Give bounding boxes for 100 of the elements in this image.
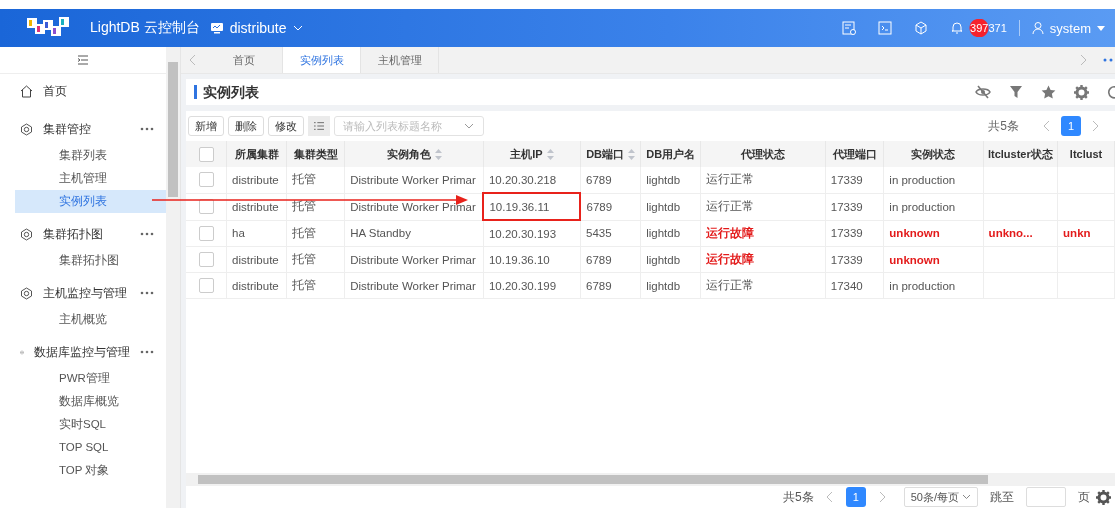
column-list-button[interactable] <box>308 116 330 136</box>
chevron-down-icon <box>292 25 303 31</box>
column-header[interactable]: 主机IP <box>510 147 543 160</box>
chevron-left-icon[interactable] <box>825 491 834 503</box>
table-cell: HA Standby <box>344 220 484 247</box>
table-cell: lightdb <box>640 193 701 220</box>
table-cell: 10.19.36.11 <box>483 193 581 220</box>
chevron-left-icon[interactable] <box>1043 120 1051 132</box>
chevron-right-icon[interactable] <box>1079 54 1087 66</box>
bell-icon[interactable] <box>950 21 965 35</box>
sidebar-subitem[interactable]: 集群列表 <box>0 144 166 167</box>
column-header[interactable]: 代理状态 <box>741 147 786 160</box>
table-cell: in production <box>883 167 984 193</box>
sidebar-group[interactable]: 集群管控 <box>0 114 166 144</box>
table-cell: 5435 <box>580 220 641 247</box>
page-size-select[interactable]: 50条/每页 <box>903 487 978 507</box>
sidebar-subitem[interactable]: 主机管理 <box>0 167 166 190</box>
checkbox[interactable] <box>198 172 214 188</box>
sidebar-subitem[interactable]: 实时SQL <box>0 413 166 436</box>
workspace-dropdown[interactable]: distribute <box>209 20 303 36</box>
table-cell: distribute <box>226 193 287 220</box>
table-cell: 运行正常 <box>700 272 826 299</box>
table-cell: Distribute Worker Primar <box>344 167 484 193</box>
table-cell: 运行正常 <box>700 193 826 220</box>
more-icon[interactable] <box>140 127 154 131</box>
star-icon[interactable] <box>1041 85 1056 99</box>
table-cell: 10.20.30.193 <box>483 220 581 247</box>
sidebar-subitem[interactable]: PWR管理 <box>0 367 166 390</box>
checkbox[interactable] <box>198 252 214 267</box>
table-cell: 10.20.30.199 <box>483 272 581 299</box>
sidebar-group[interactable]: 主机监控与管理 <box>0 278 166 308</box>
table-cell: 17339 <box>825 167 884 193</box>
table-cell: ha <box>226 220 287 247</box>
settings-icon[interactable] <box>1074 84 1089 100</box>
page-title: 实例列表 <box>194 85 259 99</box>
table-cell: 10.20.30.218 <box>483 167 581 193</box>
sort-icon[interactable] <box>628 149 635 161</box>
settings-icon[interactable] <box>1096 489 1111 505</box>
sidebar-subitem[interactable]: 集群拓扑图 <box>0 249 166 272</box>
toolbar-button[interactable]: 删除 <box>228 116 264 136</box>
table-cell: distribute <box>226 272 287 299</box>
sidebar-subitem[interactable]: 数据库概览 <box>0 390 166 413</box>
menu-icon[interactable] <box>77 55 89 65</box>
chevron-down-icon <box>962 494 971 500</box>
more-icon[interactable] <box>140 350 154 354</box>
sort-icon[interactable] <box>546 149 554 161</box>
table-cell: 10.19.36.10 <box>483 246 581 273</box>
sidebar-group[interactable]: 数据库监控与管理 <box>0 337 166 367</box>
cube-icon[interactable] <box>914 21 929 35</box>
column-select-field[interactable]: 请输入列表标题名称 <box>334 116 484 136</box>
table-cell: 运行正常 <box>700 167 826 193</box>
filter-icon[interactable] <box>1009 85 1023 99</box>
table-cell: 17339 <box>825 220 884 247</box>
home-icon <box>20 84 33 98</box>
table-cell: 运行故障 <box>700 246 826 273</box>
user-icon <box>1031 21 1044 35</box>
table-cell: 托管 <box>286 272 345 299</box>
terminal-icon[interactable] <box>878 21 893 35</box>
checkbox[interactable] <box>198 146 214 162</box>
chevron-right-icon[interactable] <box>1091 120 1099 132</box>
page-input[interactable] <box>1026 487 1066 507</box>
sidebar-subitem[interactable]: TOP 对象 <box>0 459 166 482</box>
table-cell: 托管 <box>286 220 345 247</box>
sort-icon[interactable] <box>434 149 442 161</box>
tab[interactable]: 实例列表 <box>283 47 361 73</box>
sidebar-subitem[interactable]: TOP SQL <box>0 436 166 459</box>
more-icon[interactable] <box>140 291 154 295</box>
sidebar-subitem[interactable]: 主机概览 <box>0 308 166 331</box>
product-title: LightDB 云控制台 <box>90 19 200 37</box>
checkbox[interactable] <box>198 278 214 293</box>
table-cell: in production <box>883 272 984 299</box>
table-cell: in production <box>883 193 984 220</box>
table-cell: lightdb <box>640 167 701 193</box>
sidebar-subitem[interactable]: 实例列表 <box>15 190 166 213</box>
toolbar-button[interactable]: 新增 <box>188 116 224 136</box>
total-count: 共5条 <box>783 488 814 506</box>
more-icon[interactable] <box>1103 58 1113 62</box>
scrollbar[interactable] <box>186 473 1115 486</box>
table-cell: 托管 <box>286 193 345 220</box>
checkbox[interactable] <box>198 225 214 241</box>
sidebar-item[interactable]: 首页 <box>0 74 166 108</box>
report-icon[interactable] <box>842 21 857 35</box>
scrollbar[interactable] <box>166 47 180 508</box>
table-cell: 6789 <box>580 167 641 193</box>
table-cell: 托管 <box>286 246 345 273</box>
chevron-left-icon[interactable] <box>189 54 197 66</box>
table-cell: 6789 <box>580 193 641 220</box>
table-cell: 17340 <box>825 272 884 299</box>
toolbar-button[interactable]: 修改 <box>268 116 304 136</box>
column-header[interactable]: 实例角色 <box>386 147 431 160</box>
eye-off-icon[interactable] <box>975 85 991 99</box>
page-unit: 页 <box>1078 488 1090 506</box>
chevron-right-icon[interactable] <box>877 491 886 503</box>
more-icon[interactable] <box>140 232 154 236</box>
table-cell: unkno... <box>983 220 1058 247</box>
total-count: 共5条 <box>988 117 1019 135</box>
sidebar-group[interactable]: 集群拓扑图 <box>0 219 166 249</box>
table-cell: 17339 <box>825 193 884 220</box>
table-cell: unkn <box>1057 220 1115 247</box>
table-cell: 6789 <box>580 246 641 273</box>
